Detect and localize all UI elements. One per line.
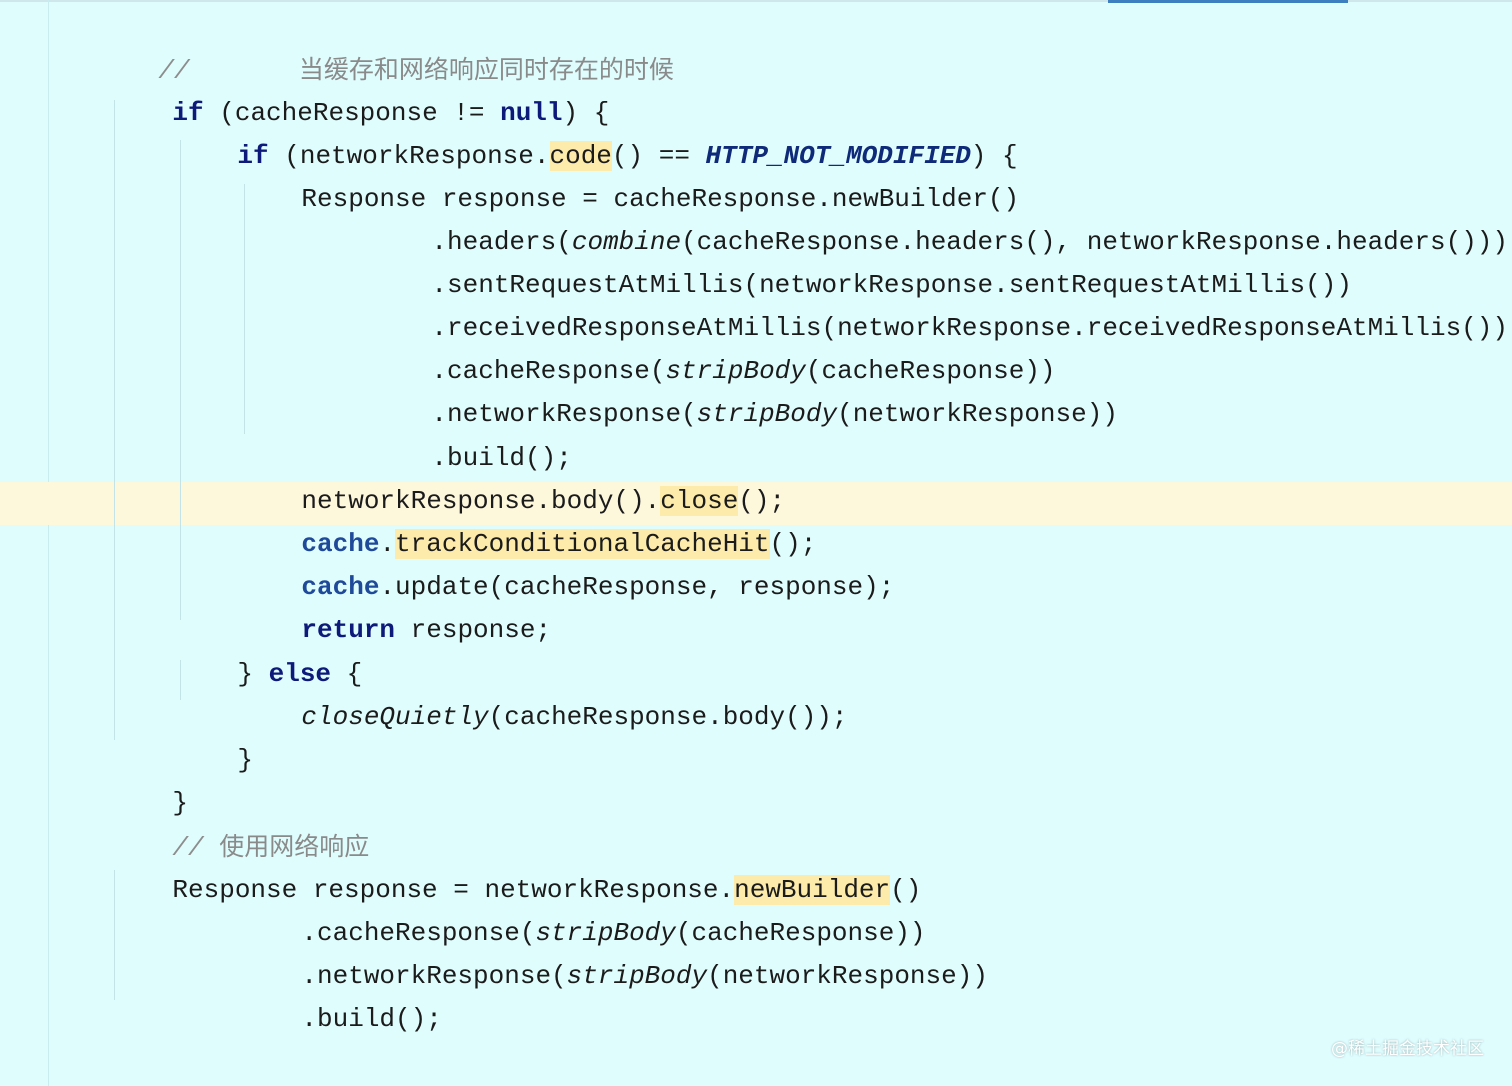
code-line-19[interactable]: // 使用网络响应 [110, 782, 369, 863]
code-line-14[interactable]: return response; [239, 566, 551, 645]
code-line-25[interactable]: if (cache != null) { [110, 1041, 485, 1084]
code-line-18[interactable]: } [110, 739, 188, 818]
code-line-11[interactable]: networkResponse.body().close(); [239, 437, 785, 516]
code-line-23[interactable]: .build(); [239, 955, 441, 1034]
code-line-16[interactable]: closeQuietly(cacheResponse.body()); [239, 653, 847, 732]
code-line-12[interactable]: cache.trackConditionalCacheHit(); [239, 480, 816, 559]
code-line-1[interactable]: // 当缓存和网络响应同时存在的时候 [96, 5, 673, 86]
code-line-4[interactable]: Response response = cacheResponse.newBui… [239, 135, 1019, 214]
code-line-2[interactable]: if (cacheResponse != null) { [110, 49, 609, 128]
code-line-17[interactable]: } [175, 696, 253, 775]
code-line-7[interactable]: .receivedResponseAtMillis(networkRespons… [369, 264, 1508, 343]
code-line-20[interactable]: Response response = networkResponse.newB… [110, 826, 921, 905]
code-line-3[interactable]: if (networkResponse.code() == HTTP_NOT_M… [175, 92, 1018, 171]
code-line-13[interactable]: cache.update(cacheResponse, response); [239, 523, 894, 602]
indent-guide [114, 100, 115, 740]
code-line-8[interactable]: .cacheResponse(stripBody(cacheResponse)) [369, 307, 1055, 386]
code-line-10[interactable]: .build(); [369, 394, 571, 473]
code-line-21[interactable]: .cacheResponse(stripBody(cacheResponse)) [239, 869, 925, 948]
code-line-5[interactable]: .headers(combine(cacheResponse.headers()… [369, 178, 1508, 257]
code-line-6[interactable]: .sentRequestAtMillis(networkResponse.sen… [369, 221, 1352, 300]
watermark: @稀土掘金技术社区 [1331, 1039, 1484, 1059]
gutter-separator [48, 0, 49, 1086]
code-line-15[interactable]: } else { [175, 610, 362, 689]
code-editor[interactable]: // 当缓存和网络响应同时存在的时候 if (cacheResponse != … [0, 0, 1512, 1086]
code-line-9[interactable]: .networkResponse(stripBody(networkRespon… [369, 350, 1118, 429]
tab-indicator [1108, 0, 1348, 3]
code-line-22[interactable]: .networkResponse(stripBody(networkRespon… [239, 912, 988, 991]
